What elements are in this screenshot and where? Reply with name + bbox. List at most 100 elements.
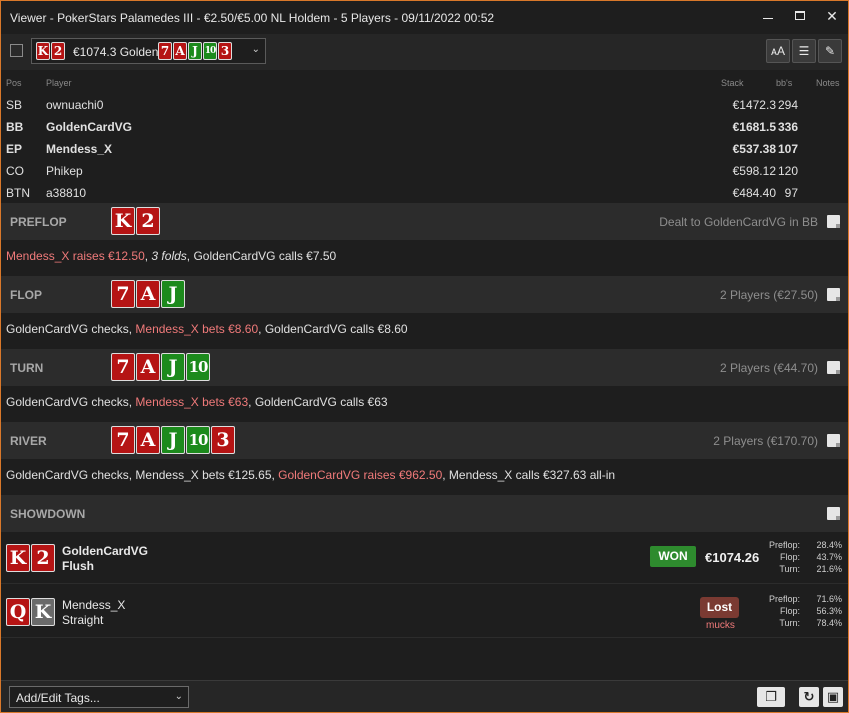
note-icon[interactable] — [827, 215, 840, 228]
aggressive-action: GoldenCardVG raises €962.50 — [278, 468, 443, 482]
minimize-icon — [763, 18, 773, 19]
player-bbs: 107 — [777, 142, 798, 156]
playing-card: 7 — [111, 353, 135, 381]
equity-value: 71.6% — [816, 594, 842, 604]
action-line-river: GoldenCardVG checks, Mendess_X bets €125… — [6, 468, 615, 482]
showdown-row-winner: K2 GoldenCardVG Flush WON €1074.26 Prefl… — [1, 531, 848, 584]
header-pos: Pos — [6, 78, 22, 88]
player-bbs: 336 — [777, 120, 798, 134]
save-button[interactable]: ▣ — [823, 687, 843, 707]
player-row-bb[interactable]: BB GoldenCardVG €1681.5 336 — [1, 116, 848, 138]
note-icon[interactable] — [827, 434, 840, 447]
tags-dropdown[interactable]: Add/Edit Tags... ⌄ — [9, 686, 189, 708]
playing-card: K — [111, 207, 135, 235]
action-line-preflop: Mendess_X raises €12.50, 3 folds, Golden… — [6, 249, 336, 263]
close-icon: ✕ — [826, 8, 838, 24]
street-info: 2 Players (€170.70) — [713, 434, 818, 448]
street-name: TURN — [10, 361, 44, 375]
header-bbs: bb's — [776, 78, 793, 88]
playing-card: A — [173, 42, 187, 60]
maximize-icon — [795, 11, 805, 20]
showdown-cards: K2 — [6, 544, 56, 572]
showdown-row-loser: QK Mendess_X Straight Lost mucks Preflop… — [1, 585, 848, 638]
equity-label: Preflop: — [768, 594, 800, 604]
showdown-player-name: Mendess_X — [62, 598, 126, 612]
won-badge: WON — [650, 546, 696, 567]
edit-button[interactable]: ✎ — [818, 39, 842, 63]
street-name: RIVER — [10, 434, 47, 448]
toolbar: K2 €1074.3 Golden 7 A J 10 3 ⌄ ᴀA ☰ ✎ — [1, 34, 848, 70]
close-button[interactable]: ✕ — [816, 1, 848, 34]
select-hand-checkbox[interactable] — [10, 44, 23, 57]
equity-values: 28.4% 43.7% 21.6% — [816, 539, 842, 575]
copy-hand-button[interactable]: ❐ — [757, 687, 785, 707]
playing-card: 3 — [211, 426, 235, 454]
hand-viewer-window: Viewer - PokerStars Palamedes III - €2.5… — [0, 0, 849, 713]
hand-selector-dropdown[interactable]: K2 €1074.3 Golden 7 A J 10 3 ⌄ — [31, 38, 266, 64]
playing-card: 10 — [186, 353, 210, 381]
refresh-icon: ↻ — [803, 689, 815, 704]
playing-card: 2 — [51, 42, 65, 60]
aggressive-action: Mendess_X raises €12.50 — [6, 249, 145, 263]
playing-card: 7 — [158, 42, 172, 60]
playing-card: A — [136, 426, 160, 454]
street-cards: 7AJ — [111, 280, 186, 308]
equity-labels: Preflop: Flop: Turn: — [769, 539, 800, 575]
playing-card: K — [31, 598, 55, 626]
playing-card: K — [36, 42, 50, 60]
playing-card: 3 — [218, 42, 232, 60]
player-pos: BTN — [6, 186, 30, 200]
hand-selector-board-cards: 7 A J 10 3 — [158, 42, 233, 60]
player-name: ownuachi0 — [46, 98, 104, 112]
player-row-sb[interactable]: SB ownuachi0 €1472.3 294 — [1, 94, 848, 116]
chevron-down-icon: ⌄ — [174, 691, 183, 702]
playing-card: A — [136, 353, 160, 381]
note-icon[interactable] — [827, 288, 840, 301]
player-row-btn[interactable]: BTN a38810 €484.40 97 — [1, 182, 848, 204]
player-name: a38810 — [46, 186, 87, 200]
equity-value: 28.4% — [816, 540, 842, 550]
font-size-icon: ᴀA — [771, 44, 785, 58]
action-text: GoldenCardVG checks, Mendess_X bets €125… — [6, 468, 279, 482]
playing-card: 2 — [31, 544, 55, 572]
edit-icon: ✎ — [824, 44, 836, 58]
list-view-button[interactable]: ☰ — [792, 39, 816, 63]
action-text: GoldenCardVG checks, — [6, 322, 136, 336]
font-size-button[interactable]: ᴀA — [766, 39, 790, 63]
street-cards: 7 A J 10 — [111, 353, 211, 381]
player-pos: EP — [6, 142, 23, 156]
refresh-button[interactable]: ↻ — [799, 687, 819, 707]
playing-card: J — [161, 280, 185, 308]
copy-icon: ❐ — [765, 689, 777, 704]
player-stack: €598.12 — [732, 164, 776, 178]
equity-label: Flop: — [779, 606, 800, 616]
playing-card: 10 — [186, 426, 210, 454]
player-stack: €537.38 — [732, 142, 776, 156]
action-text: GoldenCardVG checks, — [6, 395, 136, 409]
playing-card: J — [188, 42, 202, 60]
street-cards: K2 — [111, 207, 161, 235]
equity-label: Preflop: — [768, 540, 800, 550]
street-name: SHOWDOWN — [10, 507, 86, 521]
equity-value: 21.6% — [816, 564, 842, 574]
equity-label: Flop: — [779, 552, 800, 562]
maximize-button[interactable] — [784, 1, 816, 34]
note-icon[interactable] — [827, 361, 840, 374]
player-row-co[interactable]: CO Phikep €598.12 120 — [1, 160, 848, 182]
equity-value: 43.7% — [816, 552, 842, 562]
player-pos: CO — [6, 164, 24, 178]
hand-selector-amount: €1074.3 Golden — [73, 45, 159, 59]
playing-card: 2 — [136, 207, 160, 235]
player-name: Phikep — [46, 164, 83, 178]
player-pos: SB — [6, 98, 23, 112]
hand-selector-hole-cards: K2 — [36, 42, 66, 60]
player-bbs: 120 — [777, 164, 798, 178]
player-row-ep[interactable]: EP Mendess_X €537.38 107 — [1, 138, 848, 160]
player-stack: €1472.3 — [732, 98, 776, 112]
action-line-turn: GoldenCardVG checks, Mendess_X bets €63,… — [6, 395, 388, 409]
note-icon[interactable] — [827, 507, 840, 520]
minimize-button[interactable] — [752, 1, 784, 34]
showdown-player-name: GoldenCardVG — [62, 544, 149, 558]
street-name: FLOP — [10, 288, 42, 302]
equity-labels: Preflop: Flop: Turn: — [769, 593, 800, 629]
